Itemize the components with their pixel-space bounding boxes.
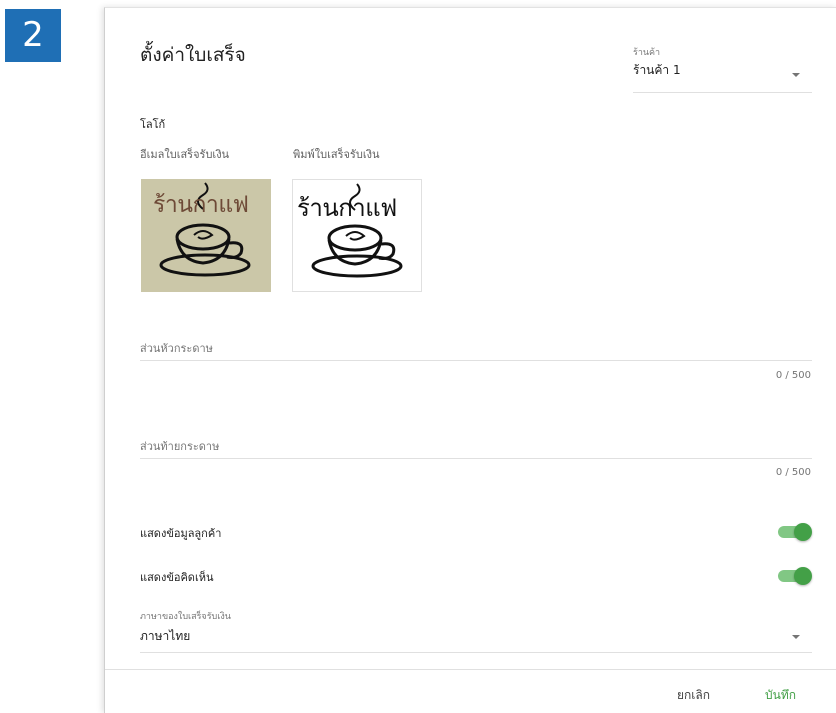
- email-receipt-logo[interactable]: ร้านกาแฟ: [141, 179, 271, 292]
- footer-char-counter: 0 / 500: [775, 467, 811, 478]
- email-logo-caption: อีเมลใบเสร็จรับเงิน: [140, 148, 230, 161]
- receipt-language-label: ภาษาของใบเสร็จรับเงิน: [140, 612, 231, 622]
- print-logo-text: ร้านกาแฟ: [297, 194, 397, 222]
- chevron-down-icon: [792, 73, 800, 77]
- receipt-footer-placeholder: ส่วนท้ายกระดาษ: [140, 440, 220, 453]
- dialog-title: ตั้งค่าใบเสร็จ: [140, 44, 246, 66]
- show-comment-label: แสดงข้อคิดเห็น: [140, 571, 214, 584]
- store-select[interactable]: ร้านค้า ร้านค้า 1: [633, 45, 812, 93]
- store-select-value: ร้านค้า 1: [633, 63, 681, 77]
- print-logo-caption: พิมพ์ใบเสร็จรับเงิน: [293, 148, 380, 161]
- store-select-label: ร้านค้า: [633, 48, 661, 58]
- receipt-settings-dialog: ตั้งค่าใบเสร็จ ร้านค้า ร้านค้า 1 โลโก้ อ…: [104, 7, 836, 713]
- show-customer-label: แสดงข้อมูลลูกค้า: [140, 527, 222, 540]
- receipt-header-input[interactable]: ส่วนหัวกระดาษ: [140, 337, 812, 361]
- footer-divider: [105, 669, 836, 670]
- step-badge: 2: [5, 9, 61, 62]
- email-logo-text: ร้านกาแฟ: [153, 192, 249, 218]
- receipt-language-value: ภาษาไทย: [140, 629, 191, 643]
- show-customer-toggle[interactable]: [778, 523, 812, 541]
- toggle-thumb: [794, 567, 812, 585]
- show-comment-toggle[interactable]: [778, 567, 812, 585]
- cancel-button[interactable]: ยกเลิก: [677, 686, 710, 705]
- dialog-content: ตั้งค่าใบเสร็จ ร้านค้า ร้านค้า 1 โลโก้ อ…: [118, 8, 836, 713]
- save-button[interactable]: บันทึก: [765, 686, 796, 705]
- header-char-counter: 0 / 500: [775, 370, 811, 381]
- show-comment-row: แสดงข้อคิดเห็น: [140, 564, 812, 588]
- show-customer-row: แสดงข้อมูลลูกค้า: [140, 520, 812, 544]
- receipt-footer-input[interactable]: ส่วนท้ายกระดาษ: [140, 435, 812, 459]
- toggle-thumb: [794, 523, 812, 541]
- logo-heading: โลโก้: [140, 118, 166, 131]
- receipt-language-select[interactable]: ภาษาของใบเสร็จรับเงิน ภาษาไทย: [140, 609, 812, 653]
- chevron-down-icon: [792, 635, 800, 639]
- receipt-header-placeholder: ส่วนหัวกระดาษ: [140, 342, 213, 355]
- print-receipt-logo[interactable]: ร้านกาแฟ: [292, 179, 422, 292]
